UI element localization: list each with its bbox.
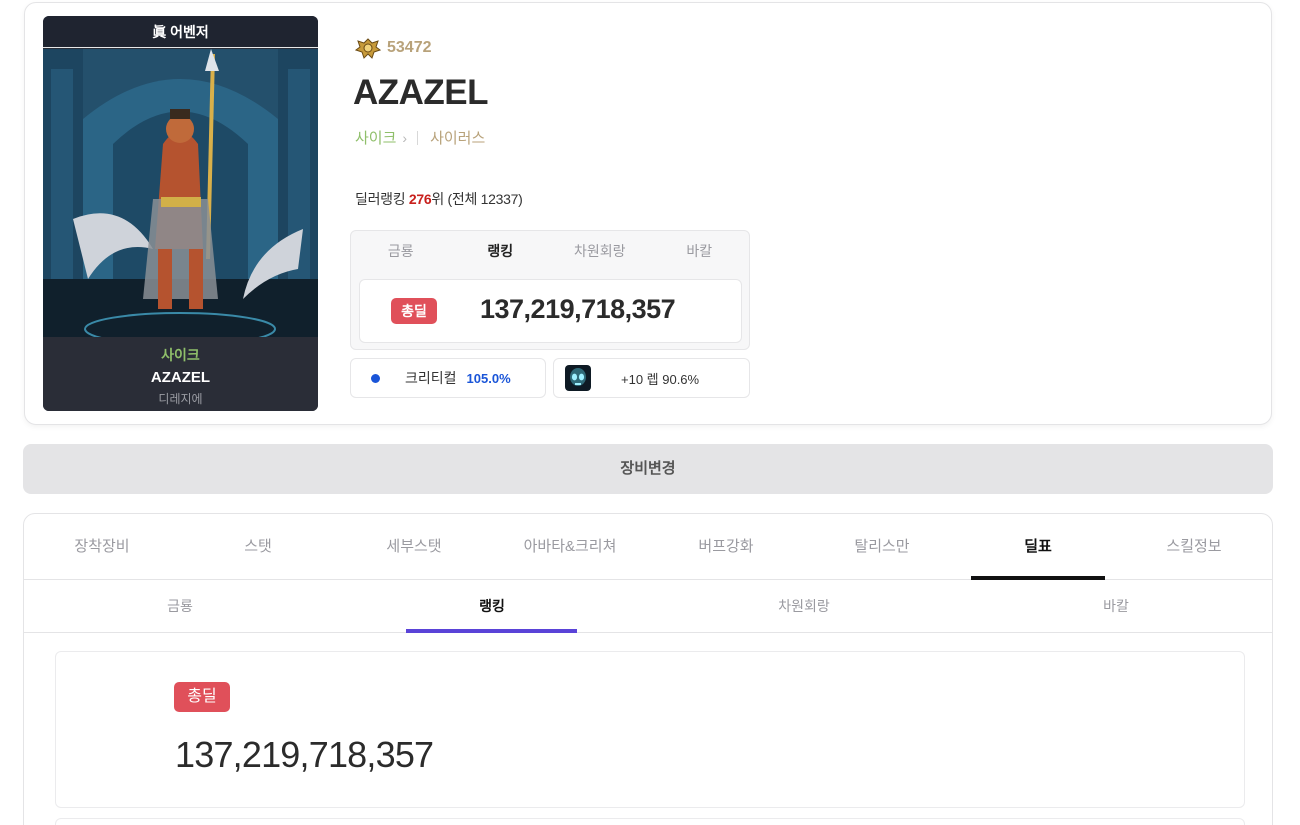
tab-equipment[interactable]: 장착장비 [24, 514, 180, 580]
active-subtab-indicator [406, 629, 577, 633]
critical-label: 크리티컬 [405, 370, 457, 386]
subtab-geumryong[interactable]: 금룡 [24, 580, 336, 633]
subtab-dimension[interactable]: 차원회랑 [648, 580, 960, 633]
tab-skill-info[interactable]: 스킬정보 [1116, 514, 1272, 580]
character-info: 사이크 AZAZEL 디레지에 [43, 337, 318, 411]
total-damage-badge: 총딜 [391, 298, 437, 324]
fame-value: 53472 [387, 39, 432, 56]
chevron-right-icon: › [402, 129, 408, 146]
critical-chip: 크리티컬 105.0% [350, 358, 546, 398]
character-display-name: AZAZEL [353, 73, 489, 112]
damage-tab-ranking[interactable]: 랭킹 [451, 231, 551, 271]
detail-tabs-card: 장착장비 스탯 세부스탯 아바타&크리쳐 버프강화 탈리스만 딜표 스킬정보 금… [23, 513, 1273, 825]
job-link[interactable]: 사이크 [355, 127, 396, 148]
next-result-card [55, 818, 1245, 825]
character-portrait-card[interactable]: 眞 어벤저 사이크 AZAZEL 디레지에 [43, 16, 318, 411]
damage-summary-box: 금룡 랭킹 차원회랑 바칼 총딜 137,219,718,357 [350, 230, 750, 350]
fame-crest-icon [354, 37, 382, 59]
advancement-name: 사이러스 [430, 130, 486, 147]
sub-tab-bar: 금룡 랭킹 차원회랑 바칼 [24, 580, 1272, 633]
tab-talisman[interactable]: 탈리스만 [804, 514, 960, 580]
rank-value: 276 [408, 191, 432, 207]
character-name: AZAZEL [150, 369, 211, 386]
talisman-chip: +10 렙 90.6% [553, 358, 750, 398]
rank-suffix: 위 (전체 12337) [431, 191, 523, 207]
talisman-text: +10 렙 90.6% [621, 371, 700, 387]
blue-dot-icon [371, 373, 380, 383]
total-damage-card: 총딜 137,219,718,357 [55, 651, 1245, 808]
total-value: 137,219,718,357 [175, 734, 434, 775]
critical-value: 105.0% [466, 370, 511, 386]
divider [417, 130, 419, 145]
character-title: 眞 어벤저 [43, 16, 318, 48]
rank-prefix: 딜러랭킹 [355, 191, 409, 207]
damage-tabs: 금룡 랭킹 차원회랑 바칼 [351, 231, 749, 271]
damage-tab-bakal[interactable]: 바칼 [650, 231, 750, 271]
total-badge: 총딜 [174, 682, 230, 712]
change-equipment-button[interactable]: 장비변경 [23, 444, 1273, 494]
tab-buff-enhance[interactable]: 버프강화 [648, 514, 804, 580]
job-line: 사이크 › 사이러스 [355, 127, 485, 148]
character-server: 디레지에 [158, 392, 203, 406]
tab-avatar-creature[interactable]: 아바타&크리쳐 [492, 514, 648, 580]
character-job: 사이크 [161, 347, 200, 363]
alien-mask-icon [565, 365, 591, 391]
total-damage-value: 137,219,718,357 [480, 294, 676, 324]
fame-display: 53472 [354, 37, 432, 59]
tab-stats[interactable]: 스탯 [180, 514, 336, 580]
damage-tab-dimension[interactable]: 차원회랑 [550, 231, 650, 271]
tab-detail-stats[interactable]: 세부스탯 [336, 514, 492, 580]
damage-value-panel: 총딜 137,219,718,357 [359, 279, 742, 343]
dealer-ranking: 딜러랭킹 276위 (전체 12337) [355, 189, 523, 209]
tab-damage-table[interactable]: 딜표 [971, 514, 1105, 580]
subtab-bakal[interactable]: 바칼 [960, 580, 1272, 633]
main-tab-bar: 장착장비 스탯 세부스탯 아바타&크리쳐 버프강화 탈리스만 딜표 스킬정보 [24, 514, 1272, 580]
profile-card: 眞 어벤저 사이크 AZAZEL 디레지에 53472 AZAZEL 사이크 ›… [24, 2, 1272, 425]
subtab-ranking[interactable]: 랭킹 [336, 580, 648, 633]
damage-tab-geumryong[interactable]: 금룡 [351, 231, 451, 271]
character-artwork [43, 49, 318, 337]
